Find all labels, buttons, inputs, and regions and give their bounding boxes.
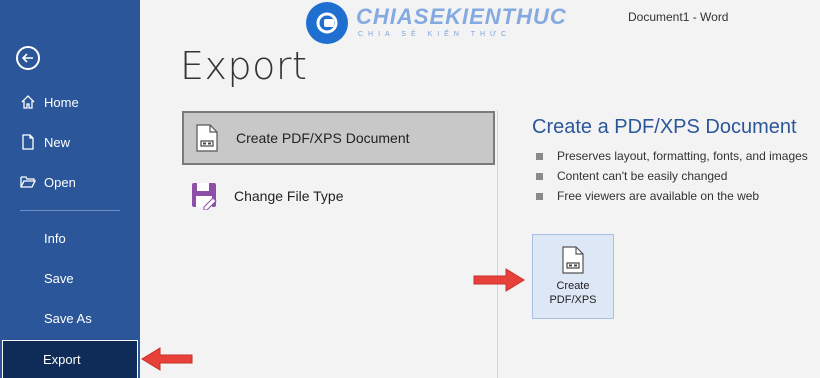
list-item: Free viewers are available on the web [536, 186, 808, 206]
sidebar-item-save[interactable]: Save [0, 260, 140, 296]
pdf-document-icon [192, 122, 222, 154]
sidebar-item-label: Open [44, 174, 76, 190]
create-pdf-xps-button[interactable]: Create PDF/XPS [532, 234, 614, 319]
home-icon [20, 94, 36, 110]
list-item: Preserves layout, formatting, fonts, and… [536, 146, 808, 166]
option-change-file-type[interactable]: Change File Type [182, 169, 495, 223]
sidebar-item-open[interactable]: Open [0, 164, 140, 200]
annotation-arrow-icon [141, 347, 193, 371]
create-pdf-xps-label: Create PDF/XPS [549, 280, 597, 306]
logo-icon [306, 2, 348, 44]
sidebar-item-label: Export [43, 352, 81, 367]
back-button[interactable] [16, 46, 40, 70]
backstage-sidebar: Home New Open Info Save Save As Export [0, 0, 140, 378]
sidebar-item-home[interactable]: Home [0, 84, 140, 120]
sidebar-item-label: New [44, 134, 71, 150]
back-arrow-icon [21, 53, 33, 63]
option-create-pdf-xps[interactable]: Create PDF/XPS Document [182, 111, 495, 165]
sidebar-item-save-as[interactable]: Save As [0, 300, 140, 336]
panel-title: Create a PDF/XPS Document [532, 116, 797, 138]
sidebar-item-label: Home [44, 94, 79, 110]
sidebar-item-label: Save [44, 270, 74, 286]
logo-name: CHIASEKIENTHUC [356, 4, 567, 29]
sidebar-item-label: Info [44, 230, 66, 246]
folder-open-icon [20, 174, 36, 190]
pdf-document-icon [562, 246, 584, 274]
logo-tagline: CHIA SẺ KIẾN THỨC [358, 31, 512, 38]
file-type-icon [190, 180, 220, 212]
option-label: Create PDF/XPS Document [236, 130, 410, 146]
annotation-arrow-icon [473, 268, 525, 292]
panel-divider [497, 110, 498, 378]
sidebar-item-info[interactable]: Info [0, 220, 140, 256]
list-item: Content can't be easily changed [536, 166, 808, 186]
sidebar-item-new[interactable]: New [0, 124, 140, 160]
new-document-icon [20, 134, 36, 150]
option-label: Change File Type [234, 188, 344, 204]
watermark-logo: CHIASEKIENTHUC CHIA SẺ KIẾN THỨC [306, 2, 566, 46]
sidebar-item-label: Save As [44, 310, 92, 326]
sidebar-item-export[interactable]: Export [2, 340, 138, 378]
bullet-icon [536, 152, 543, 160]
bullet-icon [536, 172, 543, 180]
page-title: Export [180, 44, 308, 88]
sidebar-divider [20, 210, 120, 211]
document-title: Document1 - Word [628, 10, 729, 24]
bullet-icon [536, 192, 543, 200]
feature-list: Preserves layout, formatting, fonts, and… [536, 146, 808, 206]
